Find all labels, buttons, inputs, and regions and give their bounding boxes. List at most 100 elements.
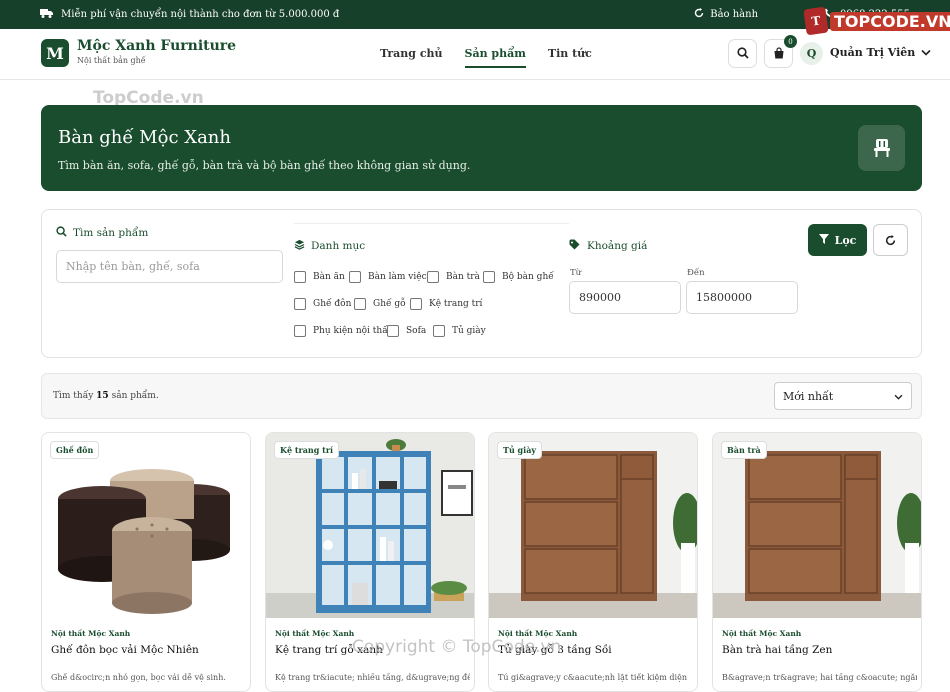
search-icon [736, 44, 749, 63]
category-label: Tủ giày [452, 326, 486, 336]
results-number: 15 [96, 391, 109, 401]
user-menu[interactable]: Quản Trị Viên [830, 46, 931, 59]
menu-item-home[interactable]: Trang chủ [380, 47, 443, 68]
checkbox[interactable] [354, 298, 366, 310]
category-label: Phụ kiện nội thất [313, 326, 392, 336]
brand-name: Mộc Xanh Furniture [77, 38, 237, 54]
search-filter-text: Tìm sản phẩm [73, 227, 149, 239]
category-checkbox-bo-ban-ghe[interactable]: Bộ bàn ghế [483, 271, 554, 283]
shipping-notice: Miễn phí vận chuyển nội thành cho đơn từ… [40, 8, 339, 21]
warranty-link[interactable]: Bảo hành [694, 8, 758, 21]
warranty-text: Bảo hành [710, 9, 759, 20]
search-input[interactable]: Nhập tên bàn, ghế, sofa [56, 250, 283, 283]
checkbox[interactable] [294, 271, 306, 283]
price-from-input[interactable]: 890000 [569, 281, 681, 314]
product-description: B&agrave;n tr&agrave; hai tầng c&oacute;… [722, 673, 917, 682]
product-description: Ghế d&ocirc;n nhỏ gọn, bọc vải dễ vệ sin… [51, 673, 226, 682]
divider [294, 223, 569, 224]
product-description: Tủ gi&agrave;y c&aacute;nh lật tiết kiệm… [498, 673, 687, 682]
product-badge: Bàn trà [721, 441, 767, 459]
checkbox[interactable] [294, 298, 306, 310]
product-card[interactable]: Bàn trà Nội thất Mộc Xanh Bàn trà hai tầ… [712, 432, 922, 692]
checkbox[interactable] [433, 325, 445, 337]
category-label: Bộ bàn ghế [502, 272, 554, 282]
watermark-logo: T TOPCODE.VN [803, 6, 950, 36]
hero-banner: Bàn ghế Mộc Xanh Tìm bàn ăn, sofa, ghế g… [41, 105, 922, 191]
results-prefix: Tìm thấy [53, 391, 94, 401]
price-filter-text: Khoảng giá [587, 240, 648, 252]
product-card[interactable]: Ghế đôn Nội thất Mộc Xanh Ghế đôn bọc vả… [41, 432, 251, 692]
product-category: Nội thất Mộc Xanh [722, 629, 802, 638]
chevron-down-icon [921, 46, 931, 59]
product-name[interactable]: Bàn trà hai tầng Zen [722, 644, 832, 656]
product-image[interactable] [713, 433, 921, 618]
price-filter-label: Khoảng giá [569, 239, 647, 253]
product-category: Nội thất Mộc Xanh [51, 629, 131, 638]
category-checkbox-ghe-go[interactable]: Ghế gỗ [354, 298, 406, 310]
cart-button[interactable]: 0 [764, 35, 797, 68]
menu-item-news[interactable]: Tin tức [548, 47, 592, 68]
reset-filter-button[interactable] [873, 224, 908, 256]
category-label: Bàn làm việc [368, 272, 427, 282]
category-checkbox-ghe-don[interactable]: Ghế đôn [294, 298, 351, 310]
category-label: Kệ trang trí [429, 299, 483, 309]
shipping-text: Miễn phí vận chuyển nội thành cho đơn từ… [61, 9, 340, 20]
user-avatar[interactable]: Q [800, 42, 823, 65]
truck-icon [40, 8, 53, 21]
price-from-label: Từ [570, 268, 582, 278]
product-image[interactable] [42, 433, 250, 618]
product-category: Nội thất Mộc Xanh [275, 629, 355, 638]
rotate-icon [694, 8, 704, 21]
category-label: Ghế đôn [313, 299, 352, 309]
sort-selected-value: Mới nhất [783, 389, 834, 403]
category-checkbox-ban-an[interactable]: Bàn ăn [294, 271, 345, 283]
product-badge: Kệ trang trí [274, 441, 340, 459]
search-filter-label: Tìm sản phẩm [56, 226, 148, 240]
reset-icon [885, 231, 896, 250]
product-image[interactable] [266, 433, 474, 618]
product-badge: Tủ giày [497, 441, 543, 459]
category-checkbox-tu-giay[interactable]: Tủ giày [433, 325, 486, 337]
checkbox[interactable] [483, 271, 495, 283]
page-subtitle: Tìm bàn ăn, sofa, ghế gỗ, bàn trà và bộ … [58, 159, 471, 172]
checkbox[interactable] [294, 325, 306, 337]
search-icon [56, 226, 67, 240]
category-checkbox-ban-tra[interactable]: Bàn trà [427, 271, 480, 283]
price-to-input[interactable]: 15800000 [686, 281, 798, 314]
user-name: Quản Trị Viên [830, 46, 916, 59]
chevron-down-icon [894, 390, 903, 403]
results-count: Tìm thấy 15 sản phẩm. [53, 391, 159, 401]
category-filter-label: Danh mục [294, 239, 365, 253]
category-label: Sofa [406, 326, 427, 336]
category-label: Ghế gỗ [373, 299, 406, 309]
checkbox[interactable] [387, 325, 399, 337]
layers-icon [294, 239, 305, 253]
shopping-bag-icon [773, 44, 785, 63]
checkbox[interactable] [349, 271, 361, 283]
main-navbar: M Mộc Xanh Furniture Nội thất bản ghế Tr… [0, 29, 950, 80]
sort-select[interactable]: Mới nhất [774, 382, 912, 410]
checkbox[interactable] [427, 271, 439, 283]
brand-block[interactable]: Mộc Xanh Furniture Nội thất bản ghế [77, 38, 236, 65]
filter-button-label: Lọc [834, 233, 857, 247]
filter-button[interactable]: Lọc [808, 224, 867, 256]
search-button[interactable] [728, 39, 757, 68]
product-name[interactable]: Ghế đôn bọc vải Mộc Nhiên [51, 644, 199, 656]
results-suffix: sản phẩm. [111, 391, 159, 401]
category-checkbox-ke-trang-tri[interactable]: Kệ trang trí [410, 298, 482, 310]
category-checkbox-ban-lam-viec[interactable]: Bàn làm việc [349, 271, 427, 283]
category-checkbox-phu-kien[interactable]: Phụ kiện nội thất [294, 325, 391, 337]
checkbox[interactable] [410, 298, 422, 310]
brand-logo[interactable]: M [41, 39, 69, 67]
price-to-label: Đến [687, 268, 705, 278]
copyright-watermark: Copyright © TopCode.vn [352, 637, 562, 657]
page-title: Bàn ghế Mộc Xanh [58, 127, 231, 148]
product-badge: Ghế đôn [50, 441, 100, 459]
tag-icon [569, 239, 581, 253]
watermark-logo-text: TOPCODE.VN [830, 11, 950, 31]
product-image[interactable] [489, 433, 697, 618]
category-checkbox-sofa[interactable]: Sofa [387, 325, 426, 337]
menu-item-products[interactable]: Sản phẩm [464, 47, 526, 68]
chair-icon [858, 125, 905, 171]
cart-count-badge: 0 [784, 35, 797, 48]
